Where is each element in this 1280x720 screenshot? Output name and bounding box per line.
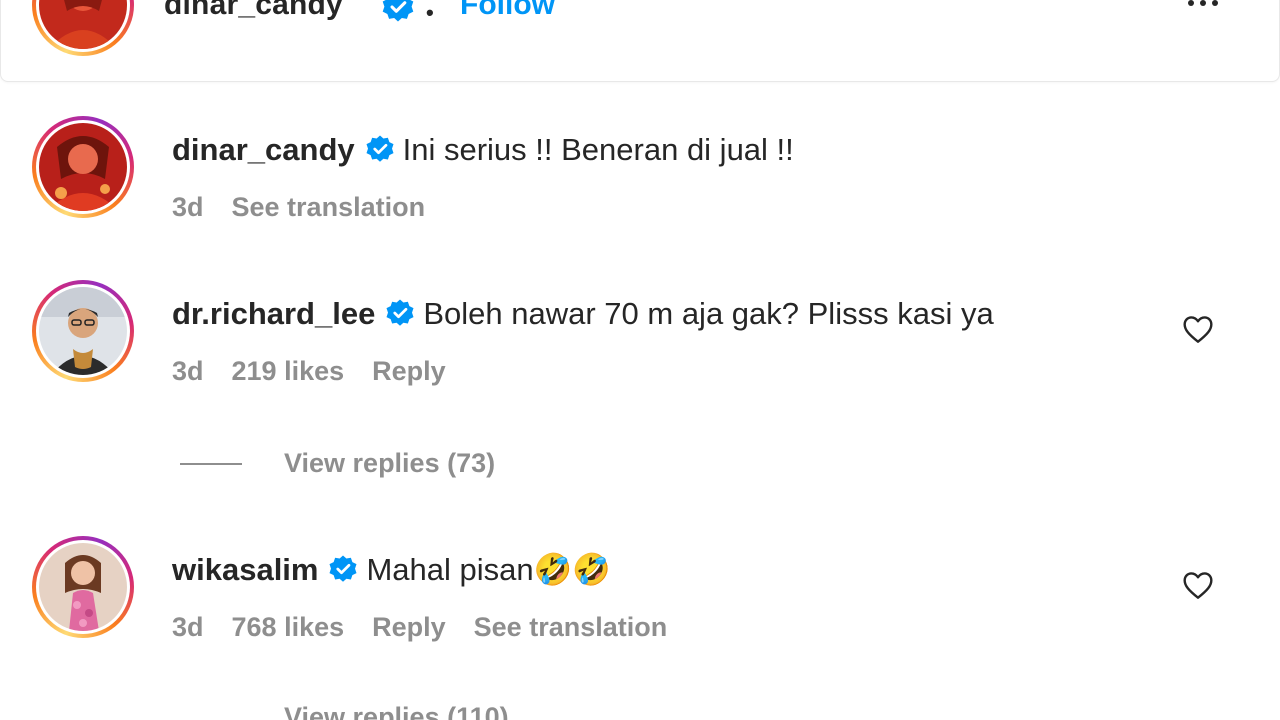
comments-page: dinar_candy • Follow dinar_candy Ini ser… bbox=[0, 0, 1280, 720]
heart-icon[interactable] bbox=[1182, 570, 1214, 605]
verified-badge-icon bbox=[385, 298, 415, 338]
more-options-icon[interactable] bbox=[1188, 0, 1218, 6]
view-replies-label: View replies (73) bbox=[284, 448, 496, 478]
verified-badge-icon bbox=[328, 554, 358, 594]
reply-button[interactable]: Reply bbox=[372, 356, 446, 386]
comment-body: dr.richard_lee Boleh nawar 70 m aja gak?… bbox=[172, 294, 994, 338]
heart-icon[interactable] bbox=[1182, 314, 1214, 349]
verified-badge-icon bbox=[381, 0, 415, 29]
replies-divider bbox=[180, 717, 242, 719]
view-replies-button[interactable]: View replies (73) bbox=[180, 448, 495, 479]
reply-button[interactable]: Reply bbox=[372, 612, 446, 642]
comment-meta: 3d 219 likes Reply bbox=[172, 356, 474, 387]
header-username[interactable]: dinar_candy bbox=[164, 0, 343, 22]
comment-username[interactable]: wikasalim bbox=[172, 552, 318, 587]
view-replies-button[interactable]: View replies (110) bbox=[180, 702, 509, 720]
comment-age: 3d bbox=[172, 356, 204, 386]
replies-divider bbox=[180, 462, 242, 465]
likes-count[interactable]: 768 likes bbox=[232, 612, 345, 642]
comment-body: wikasalim Mahal pisan🤣🤣 bbox=[172, 550, 611, 594]
see-translation-button[interactable]: See translation bbox=[232, 192, 426, 222]
verified-badge-icon bbox=[365, 134, 395, 174]
comment-text: Boleh nawar 70 m aja gak? Plisss kasi ya bbox=[423, 296, 994, 331]
comment-text: Mahal pisan🤣🤣 bbox=[366, 552, 611, 587]
separator-dot: • bbox=[426, 0, 434, 25]
comment-avatar[interactable] bbox=[32, 280, 134, 382]
comment-age: 3d bbox=[172, 192, 204, 222]
comment-username[interactable]: dr.richard_lee bbox=[172, 296, 375, 331]
comment-text: Ini serius !! Beneran di jual !! bbox=[402, 132, 794, 167]
view-replies-label: View replies (110) bbox=[284, 702, 509, 720]
comment-avatar[interactable] bbox=[32, 536, 134, 638]
follow-button[interactable]: Follow bbox=[460, 0, 555, 22]
header-avatar[interactable] bbox=[32, 0, 134, 56]
comment-body: dinar_candy Ini serius !! Beneran di jua… bbox=[172, 130, 794, 174]
see-translation-button[interactable]: See translation bbox=[474, 612, 668, 642]
comment-meta: 3d 768 likes Reply See translation bbox=[172, 612, 695, 643]
comment-age: 3d bbox=[172, 612, 204, 642]
comment-username[interactable]: dinar_candy bbox=[172, 132, 355, 167]
likes-count[interactable]: 219 likes bbox=[232, 356, 345, 386]
comment-avatar[interactable] bbox=[32, 116, 134, 218]
comment-meta: 3d See translation bbox=[172, 192, 453, 223]
